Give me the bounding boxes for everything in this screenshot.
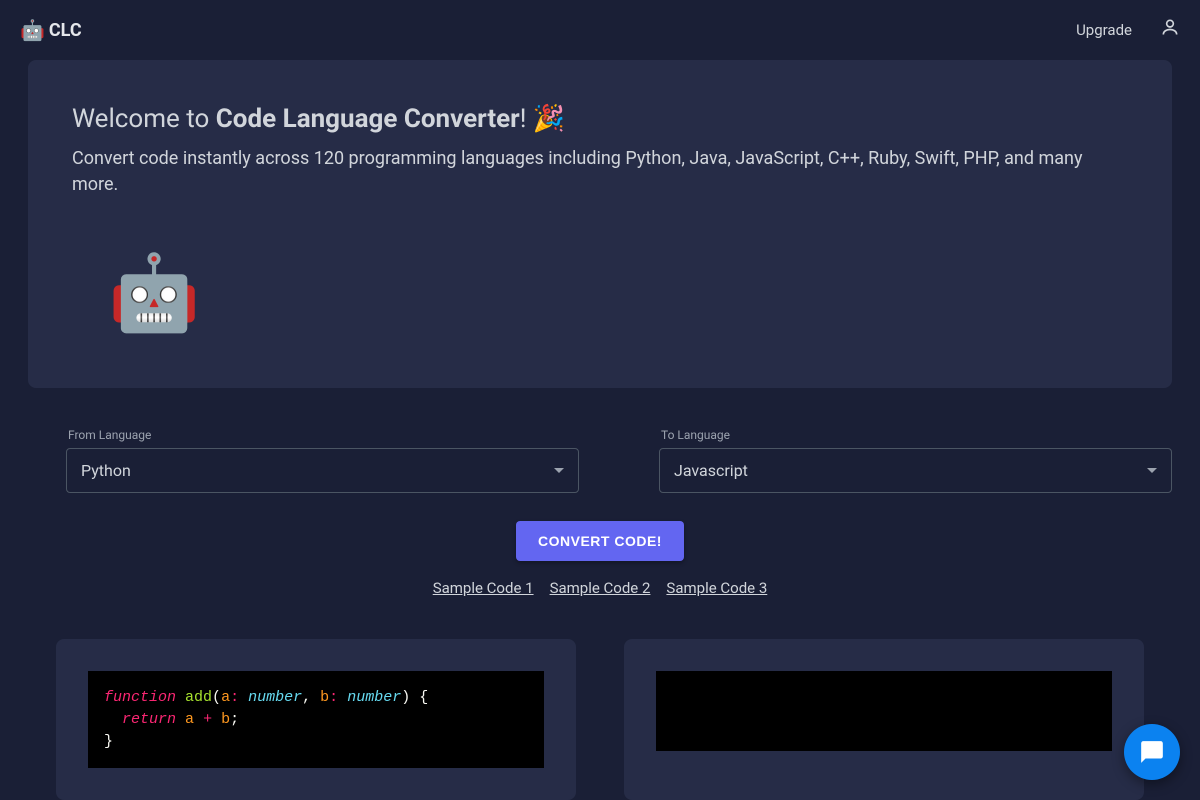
to-language-label: To Language: [659, 428, 1172, 442]
source-code-editor[interactable]: function add(a: number, b: number) { ret…: [88, 671, 544, 768]
welcome-card: Welcome to Code Language Converter! 🎉 Co…: [28, 60, 1172, 388]
chevron-down-icon: [554, 468, 564, 473]
to-language-group: To Language Javascript: [643, 428, 1172, 493]
welcome-title: Welcome to Code Language Converter! 🎉: [72, 104, 1128, 134]
from-language-label: From Language: [66, 428, 579, 442]
output-code-editor[interactable]: [656, 671, 1112, 751]
code-panels: function add(a: number, b: number) { ret…: [28, 639, 1172, 800]
welcome-strong: Code Language Converter: [216, 104, 520, 134]
header-right: Upgrade: [1076, 20, 1180, 40]
chat-icon: [1139, 739, 1165, 765]
welcome-suffix: ! 🎉: [520, 104, 566, 134]
language-selects: From Language Python To Language Javascr…: [28, 428, 1172, 493]
robot-illustration-icon: 🤖: [108, 250, 200, 337]
sample-code-1-link[interactable]: Sample Code 1: [433, 579, 534, 597]
welcome-prefix: Welcome to: [72, 104, 216, 134]
sample-code-2-link[interactable]: Sample Code 2: [550, 579, 651, 597]
chevron-down-icon: [1147, 468, 1157, 473]
from-language-select[interactable]: Python: [66, 448, 579, 493]
output-code-card: [624, 639, 1144, 800]
convert-button[interactable]: CONVERT CODE!: [516, 521, 684, 561]
sample-code-3-link[interactable]: Sample Code 3: [666, 579, 767, 597]
brand-text: CLC: [49, 20, 82, 41]
header: 🤖 CLC Upgrade: [0, 0, 1200, 60]
main: Welcome to Code Language Converter! 🎉 Co…: [0, 60, 1200, 800]
welcome-description: Convert code instantly across 120 progra…: [72, 146, 1128, 198]
sample-links: Sample Code 1 Sample Code 2 Sample Code …: [28, 579, 1172, 597]
from-language-value: Python: [81, 461, 131, 480]
logo[interactable]: 🤖 CLC: [20, 18, 82, 42]
to-language-value: Javascript: [674, 461, 748, 480]
source-code-card: function add(a: number, b: number) { ret…: [56, 639, 576, 800]
robot-icon: 🤖: [20, 18, 45, 42]
from-language-group: From Language Python: [28, 428, 595, 493]
convert-row: CONVERT CODE!: [28, 521, 1172, 561]
upgrade-link[interactable]: Upgrade: [1076, 21, 1132, 39]
to-language-select[interactable]: Javascript: [659, 448, 1172, 493]
user-icon[interactable]: [1160, 17, 1180, 37]
chat-widget-button[interactable]: [1124, 724, 1180, 780]
